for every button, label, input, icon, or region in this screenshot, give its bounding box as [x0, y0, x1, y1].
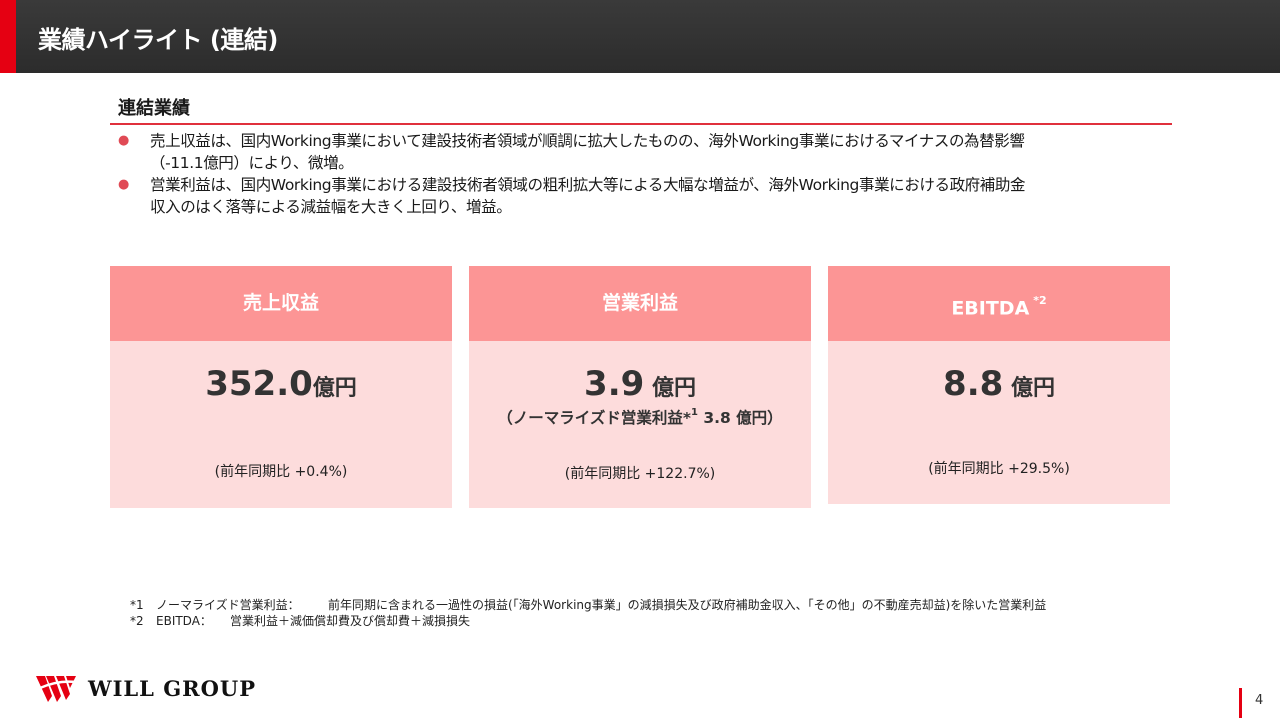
page-number: 4	[1255, 693, 1264, 708]
kpi-card-operating-profit: 営業利益 3.9 億円 （ノーマライズド営業利益*1 3.8 億円） (前年同期…	[469, 266, 811, 508]
bullet-item: ● 売上収益は、国内Working事業において建設技術者領域が順調に拡大したもの…	[118, 130, 1168, 174]
bullet-line: 収入のはく落等による減益幅を大きく上回り、増益。	[150, 198, 512, 216]
kpi-title-sup: *2	[1033, 294, 1047, 307]
kpi-card-title: 売上収益	[110, 266, 452, 341]
kpi-value-unit: 億円	[644, 376, 696, 401]
footnote-text: 営業利益＋減価償却費及び償却費＋減損損失	[230, 614, 471, 628]
kpi-title-text: EBITDA	[951, 297, 1030, 320]
page-number-bar	[1239, 688, 1242, 718]
bullet-dot-icon: ●	[118, 177, 129, 192]
kpi-value-number: 8.8	[943, 364, 1004, 404]
footnote-text: 前年同期に含まれる一過性の損益(「海外Working事業」の減損損失及び政府補助…	[328, 598, 1047, 612]
note-text: （ノーマライズド営業利益*	[497, 409, 691, 427]
footnote-mark: *1	[130, 598, 144, 612]
kpi-card-value: 3.9 億円	[469, 364, 811, 404]
brand-name: WILL GROUP	[88, 676, 257, 701]
footnote-mark: *2	[130, 614, 144, 628]
kpi-card-yoy: (前年同期比 +122.7%)	[564, 466, 716, 482]
kpi-card-yoy: (前年同期比 +29.5%)	[928, 461, 1070, 477]
footnote: *2 EBITDA： 営業利益＋減価償却費及び償却費＋減損損失	[130, 613, 1046, 629]
bullet-list: ● 売上収益は、国内Working事業において建設技術者領域が順調に拡大したもの…	[118, 130, 1168, 218]
note-text: 3.8 億円）	[697, 409, 783, 427]
section-divider	[110, 123, 1172, 125]
note-sup: 1	[690, 406, 698, 418]
bullet-line: 売上収益は、国内Working事業において建設技術者領域が順調に拡大したものの、…	[150, 132, 1025, 150]
footnote-label: EBITDA：	[156, 614, 212, 628]
kpi-card-value: 352.0億円	[110, 364, 452, 404]
footnote-label: ノーマライズド営業利益：	[156, 598, 300, 612]
kpi-card-revenue: 売上収益 352.0億円 (前年同期比 +0.4%)	[110, 266, 452, 508]
kpi-card-title: 営業利益	[469, 266, 811, 341]
bullet-line: （-11.1億円）により、微増。	[150, 154, 354, 172]
header-accent	[0, 0, 16, 73]
footnote: *1 ノーマライズド営業利益： 前年同期に含まれる一過性の損益(「海外Working…	[130, 597, 1046, 613]
kpi-card-title: EBITDA *2	[828, 266, 1170, 341]
kpi-value-number: 3.9	[584, 364, 645, 404]
kpi-value-number: 352.0	[205, 364, 313, 404]
kpi-card-note: （ノーマライズド営業利益*1 3.8 億円）	[469, 406, 811, 428]
bullet-item: ● 営業利益は、国内Working事業における建設技術者領域の粗利拡大等による大…	[118, 174, 1168, 218]
kpi-card-yoy: (前年同期比 +0.4%)	[214, 464, 348, 480]
page-title: 業績ハイライト (連結)	[38, 26, 278, 54]
kpi-card-value: 8.8 億円	[828, 364, 1170, 404]
kpi-value-unit: 億円	[1003, 376, 1055, 401]
bullet-dot-icon: ●	[118, 133, 129, 148]
footnotes: *1 ノーマライズド営業利益： 前年同期に含まれる一過性の損益(「海外Working…	[130, 597, 1046, 629]
will-group-mark-icon	[36, 676, 77, 702]
kpi-card-ebitda: EBITDA *2 8.8 億円 (前年同期比 +29.5%)	[828, 266, 1170, 504]
bullet-line: 営業利益は、国内Working事業における建設技術者領域の粗利拡大等による大幅な…	[150, 176, 1026, 194]
kpi-value-unit: 億円	[312, 376, 357, 401]
section-title: 連結業績	[118, 98, 190, 119]
